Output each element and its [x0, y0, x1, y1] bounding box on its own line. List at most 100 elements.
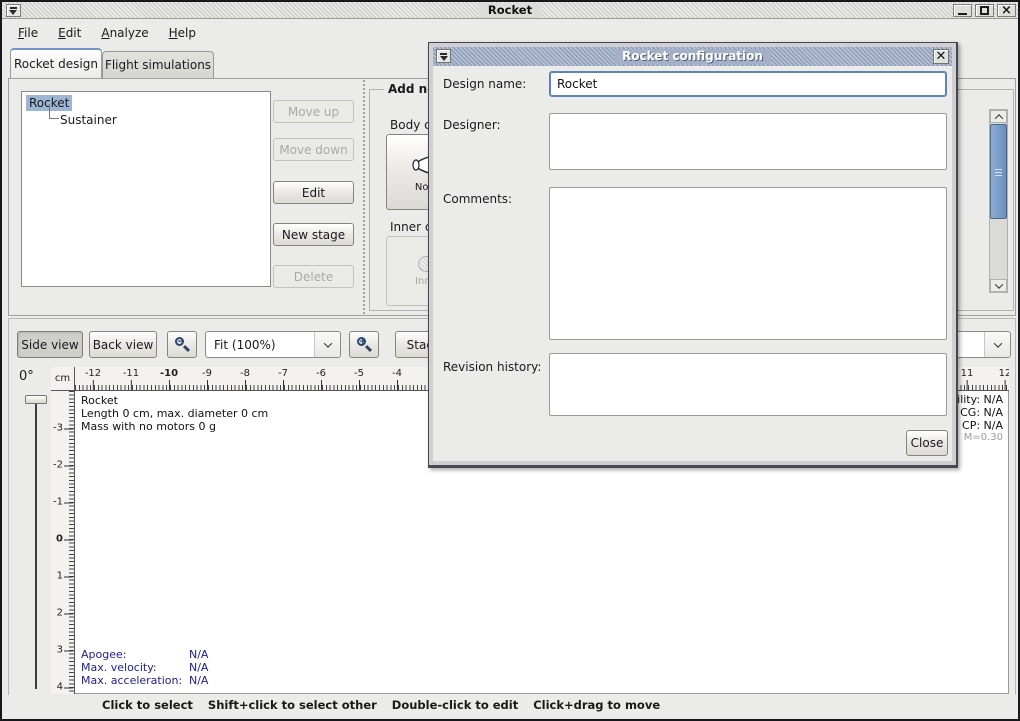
dialog-close-action-button[interactable]: Close [906, 430, 948, 456]
move-up-button[interactable]: Move up [273, 100, 354, 123]
close-button[interactable]: × [997, 4, 1016, 17]
zoom-in-icon: + [356, 336, 373, 353]
zoom-out-button[interactable]: − [167, 331, 197, 358]
tab-rocket-design[interactable]: Rocket design [10, 48, 102, 78]
combo-arrow[interactable] [984, 332, 1010, 357]
hint-shift-click: Shift+click to select other [208, 698, 377, 712]
ruler-label: -4 [392, 368, 402, 379]
maximize-icon [980, 6, 989, 15]
dialog-close-button[interactable]: ✕ [933, 49, 949, 64]
ruler-label: -11 [123, 368, 139, 379]
window-controls: × [953, 4, 1016, 17]
vertical-ruler: -3 -2 -1 0 1 2 3 4 [51, 391, 75, 694]
rocket-mass: Mass with no motors 0 g [81, 420, 216, 433]
chevron-up-icon [994, 114, 1002, 122]
panel-splitter[interactable] [359, 79, 369, 315]
rocket-length: Length 0 cm, max. diameter 0 cm [81, 407, 268, 420]
max-velocity-label: Max. velocity: [81, 661, 157, 674]
design-name-input[interactable] [549, 71, 947, 97]
zoom-level-value: Fit (100%) [206, 338, 314, 352]
ruler-unit: cm [51, 367, 75, 391]
component-tree[interactable]: Rocket Sustainer [21, 91, 271, 287]
new-stage-button[interactable]: New stage [273, 223, 354, 246]
designer-label: Designer: [443, 118, 501, 132]
ruler-label: -9 [202, 368, 212, 379]
tab-flight-simulations-label: Flight simulations [105, 58, 211, 72]
dialog-titlebar[interactable]: Rocket configuration ✕ [433, 47, 952, 66]
status-hints: Click to select Shift+click to select ot… [102, 698, 660, 712]
ruler-label: -6 [316, 368, 326, 379]
chevron-down-icon [993, 339, 1001, 347]
designer-textarea[interactable] [549, 113, 947, 170]
ruler-label: -12 [85, 368, 101, 379]
move-down-button[interactable]: Move down [273, 138, 354, 161]
ruler-label: 0 [56, 534, 63, 545]
ruler-label: -2 [53, 460, 63, 471]
rocket-configuration-dialog: Rocket configuration ✕ Design name: Desi… [428, 42, 958, 468]
close-icon: × [1001, 6, 1012, 16]
delete-button[interactable]: Delete [273, 265, 354, 288]
apogee-label: Apogee: [81, 648, 126, 661]
rotation-slider-track[interactable] [35, 404, 37, 689]
ruler-label: -5 [354, 368, 364, 379]
menu-analyze[interactable]: Analyze [93, 23, 156, 43]
tab-flight-simulations[interactable]: Flight simulations [102, 51, 214, 78]
ruler-label: 3 [57, 645, 63, 656]
cp-value: CP: N/A [962, 419, 1003, 432]
zoom-level-combo[interactable]: Fit (100%) [205, 331, 341, 358]
ruler-label: 1 [57, 571, 63, 582]
window-titlebar[interactable]: Rocket × [2, 2, 1018, 19]
stability-margin: M=0.30 [964, 432, 1003, 443]
minimize-button[interactable] [953, 4, 972, 17]
scroll-up-button[interactable] [990, 110, 1007, 123]
scrollbar-thumb[interactable] [990, 124, 1007, 219]
hint-double-click: Double-click to edit [392, 698, 518, 712]
side-view-button[interactable]: Side view [17, 331, 83, 358]
combo-arrow[interactable] [314, 332, 340, 357]
window-title: Rocket [478, 3, 542, 18]
max-acceleration-value: N/A [189, 674, 208, 687]
thumb-grip [995, 169, 1002, 177]
revision-history-textarea[interactable] [549, 353, 947, 416]
hint-click-select: Click to select [102, 698, 193, 712]
zoom-in-button[interactable]: + [349, 331, 379, 358]
menu-icon-triangle [9, 10, 17, 15]
minimize-icon [958, 13, 967, 15]
ruler-label: -10 [160, 368, 178, 379]
revision-history-label: Revision history: [443, 360, 541, 374]
apogee-value: N/A [189, 648, 208, 661]
max-acceleration-label: Max. acceleration: [81, 674, 182, 687]
tree-item-sustainer[interactable]: Sustainer [60, 112, 117, 128]
scroll-down-button[interactable] [990, 279, 1007, 292]
ruler-label: -8 [240, 368, 250, 379]
ruler-label: 11 [961, 368, 974, 379]
hint-click-drag: Click+drag to move [533, 698, 660, 712]
design-name-label: Design name: [443, 77, 526, 91]
comments-textarea[interactable] [549, 187, 947, 340]
configuration-combo[interactable] [955, 331, 1011, 358]
ruler-label: -1 [53, 497, 63, 508]
edit-button[interactable]: Edit [273, 181, 354, 204]
vertical-ruler-ticks [69, 391, 74, 694]
max-velocity-value: N/A [189, 661, 208, 674]
rotation-slider-handle[interactable] [25, 395, 47, 404]
back-view-button[interactable]: Back view [89, 331, 157, 358]
comments-label: Comments: [443, 192, 512, 206]
ruler-label: -7 [278, 368, 288, 379]
tab-rocket-design-label: Rocket design [14, 57, 98, 71]
ruler-label: 4 [57, 682, 63, 693]
rocket-name: Rocket [81, 394, 118, 407]
menu-help[interactable]: Help [161, 23, 204, 43]
maximize-button[interactable] [975, 4, 994, 17]
component-scrollbar[interactable] [989, 109, 1008, 293]
ruler-label: -3 [53, 423, 63, 434]
menu-edit[interactable]: Edit [50, 23, 89, 43]
ruler-label: 12 [999, 368, 1009, 379]
close-icon: ✕ [936, 49, 947, 64]
menu-file[interactable]: File [10, 23, 46, 43]
window-menu-icon[interactable] [6, 4, 21, 17]
chevron-down-icon [323, 339, 331, 347]
dialog-menu-icon[interactable] [436, 49, 451, 63]
ruler-label: 2 [57, 608, 63, 619]
zoom-out-icon: − [174, 336, 191, 353]
